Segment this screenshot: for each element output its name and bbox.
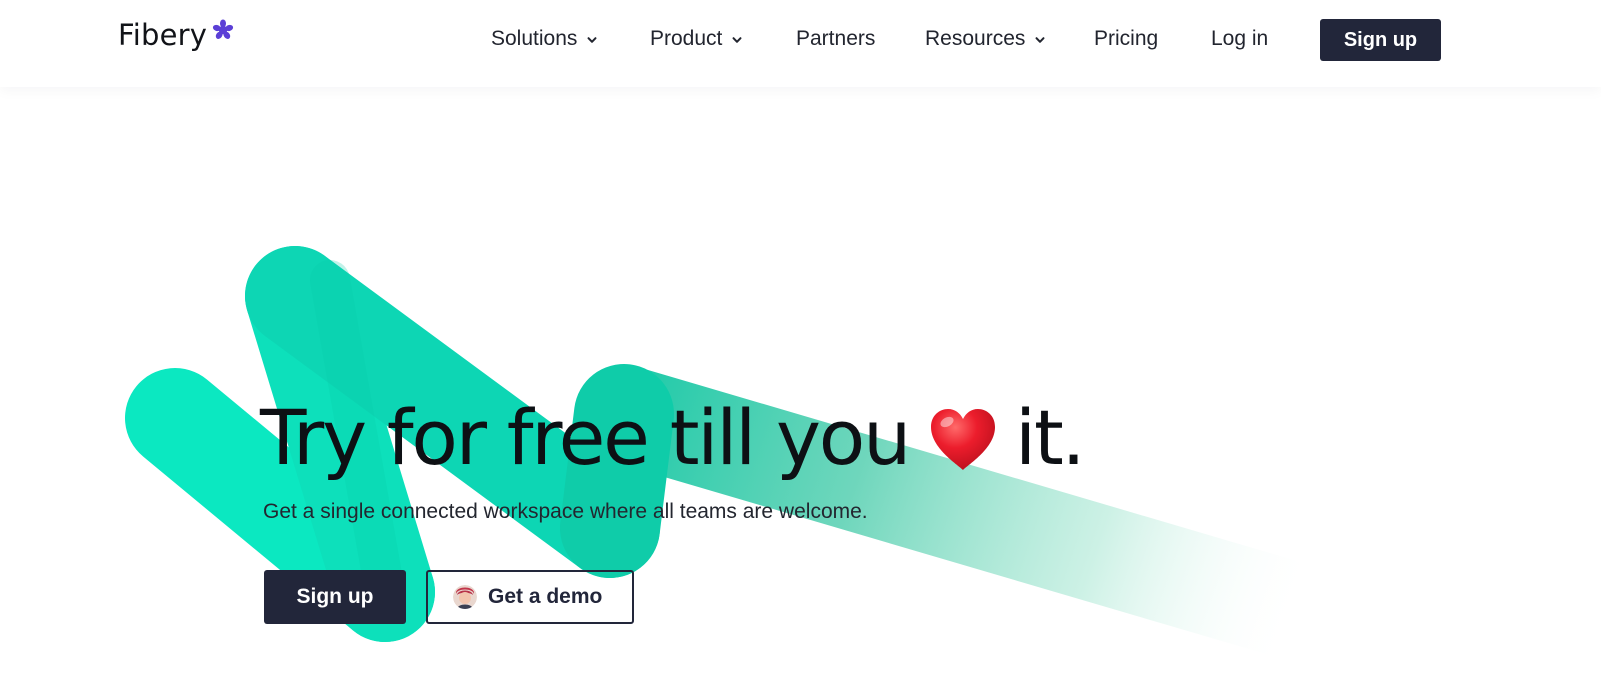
nav-item-partners[interactable]: Partners <box>796 26 875 52</box>
header-signup-button[interactable]: Sign up <box>1320 19 1441 61</box>
get-demo-label: Get a demo <box>488 585 603 608</box>
nav-item-product[interactable]: Product <box>650 26 743 52</box>
hero-decoration <box>125 246 1339 659</box>
nav-item-label: Solutions <box>491 27 578 50</box>
hero-title: Try for free till you it. <box>260 392 1086 484</box>
nav-item-label: Partners <box>796 27 876 50</box>
heart-icon <box>931 409 996 470</box>
site-header: Fibery Solutions Product Partners Resour… <box>0 0 1601 87</box>
chevron-down-icon <box>732 37 742 43</box>
get-demo-button[interactable]: Get a demo <box>426 570 634 624</box>
nav-item-resources[interactable]: Resources <box>925 26 1046 52</box>
nav-item-label: Log in <box>1211 27 1269 50</box>
nav-item-pricing[interactable]: Pricing <box>1094 26 1158 52</box>
main-nav: Solutions Product Partners Resources Pri… <box>0 0 1601 80</box>
avatar <box>453 585 477 609</box>
nav-item-label: Product <box>650 27 723 50</box>
hero-title-start: Try for free till you <box>260 393 911 482</box>
page: Fibery Solutions Product Partners Resour… <box>0 0 1601 700</box>
hero-title-end: it. <box>1015 393 1086 482</box>
hero-subtitle: Get a single connected workspace where a… <box>263 500 868 523</box>
hero-signup-button[interactable]: Sign up <box>264 570 406 624</box>
nav-item-label: Pricing <box>1094 27 1159 50</box>
nav-item-solutions[interactable]: Solutions <box>491 26 598 52</box>
chevron-down-icon <box>587 37 597 43</box>
nav-item-login[interactable]: Log in <box>1211 26 1268 52</box>
chevron-down-icon <box>1035 37 1045 43</box>
nav-item-label: Resources <box>925 27 1026 50</box>
